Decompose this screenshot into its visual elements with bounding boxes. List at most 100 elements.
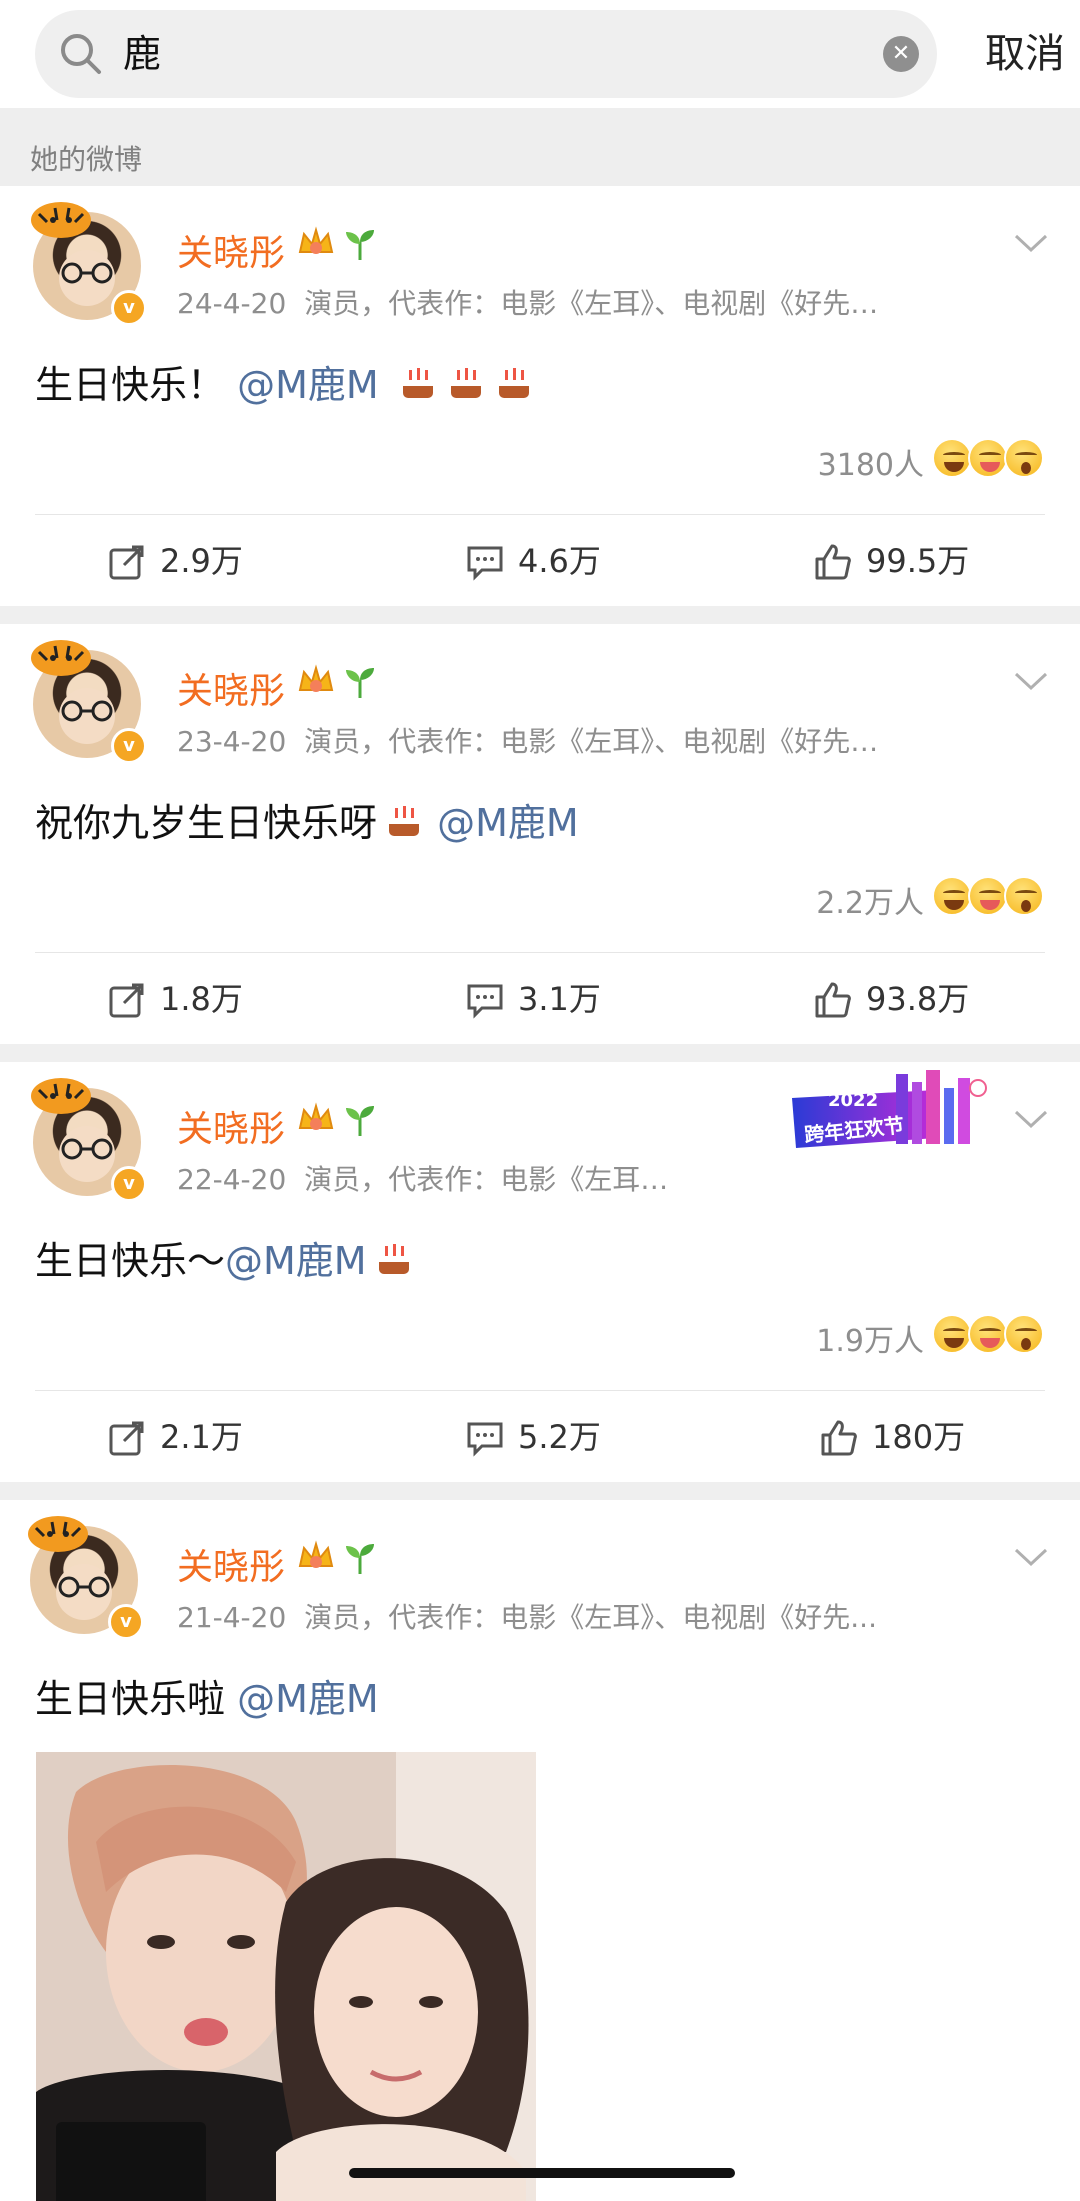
crown-icon [298, 664, 334, 692]
mention-link[interactable]: @M鹿M [237, 1677, 379, 1721]
like-icon [821, 1420, 857, 1456]
kiss-emoji-icon [968, 876, 1008, 916]
username[interactable]: 关晓彤 [177, 1100, 285, 1152]
crown-icon [298, 1540, 334, 1568]
repost-icon [109, 1421, 144, 1456]
cake-icon [498, 368, 529, 398]
search-header: 鹿 ✕ 取消 [0, 0, 1080, 108]
post-date: 21-4-20 [177, 1601, 287, 1634]
cake-icon [450, 368, 481, 398]
comment-count: 3.1万 [518, 980, 601, 1018]
cake-icon [402, 368, 433, 398]
verified-icon: v [111, 1166, 147, 1202]
post-card[interactable]: v 关晓彤 21-4-20 演员，代表作：电影《左耳》、电视剧《好先... 生日快… [0, 1500, 1080, 2201]
post-card[interactable]: v 关晓彤 22-4-20 演员，代表作：电影《左耳… 2022 跨年狂欢节 生日… [0, 1062, 1080, 1482]
reaction-count: 2.2万人 [816, 886, 924, 921]
comment-count: 5.2万 [518, 1418, 601, 1456]
surprised-emoji-icon [1004, 438, 1044, 478]
mention-link[interactable]: @M鹿M [225, 1239, 367, 1283]
post-body: 生日快乐啦 [35, 1677, 226, 1721]
post-text: 祝你九岁生日快乐呀 @M鹿M [35, 792, 579, 847]
post-card[interactable]: v 关晓彤 23-4-20 演员，代表作：电影《左耳》、电视剧《好先… 祝你九岁生… [0, 624, 1080, 1044]
username[interactable]: 关晓彤 [177, 1538, 285, 1590]
comment-count: 4.6万 [518, 542, 601, 580]
like-icon [815, 982, 851, 1018]
action-bar: 2.9万 4.6万 99.5万 [0, 516, 1080, 606]
post-body: 生日快乐～ [35, 1239, 226, 1283]
divider [35, 1390, 1045, 1391]
surprised-emoji-icon [1004, 1314, 1044, 1354]
post-text: 生日快乐啦 @M鹿M [35, 1668, 379, 1723]
reaction-count: 1.9万人 [816, 1324, 924, 1359]
username[interactable]: 关晓彤 [177, 224, 285, 276]
home-indicator[interactable] [349, 2168, 735, 2178]
chevron-down-icon[interactable] [1014, 1546, 1048, 1568]
repost-icon [109, 983, 144, 1018]
post-meta: 21-4-20 演员，代表作：电影《左耳》、电视剧《好先... [177, 1596, 877, 1636]
reactions[interactable]: 1.9万人 [744, 1314, 1044, 1359]
avatar[interactable]: v [28, 1516, 144, 1640]
divider [35, 514, 1045, 515]
avatar[interactable]: v [31, 640, 147, 764]
glasses-icon [61, 262, 113, 284]
verified-icon: v [108, 1604, 144, 1640]
chevron-down-icon[interactable] [1014, 670, 1048, 692]
mention-link[interactable]: @M鹿M [237, 363, 379, 407]
post-separator [0, 1044, 1080, 1062]
chevron-down-icon[interactable] [1014, 1108, 1048, 1130]
cake-icon [378, 1244, 409, 1274]
like-count: 180万 [872, 1418, 966, 1456]
repost-count: 2.1万 [160, 1418, 243, 1456]
comment-icon [467, 984, 503, 1019]
verified-icon: v [111, 728, 147, 764]
post-card[interactable]: v 关晓彤 24-4-20 演员，代表作：电影《左耳》、电视剧《好先… 生日快乐！… [0, 186, 1080, 606]
reaction-count: 3180人 [817, 448, 924, 483]
surprised-emoji-icon [1004, 876, 1044, 916]
user-description: 演员，代表作：电影《左耳》、电视剧《好先... [304, 1601, 877, 1634]
tiger-icon [28, 1516, 88, 1552]
user-description: 演员，代表作：电影《左耳… [304, 1163, 669, 1196]
avatar[interactable]: v [31, 1078, 147, 1202]
like-count: 99.5万 [866, 542, 970, 580]
photo-illustration [36, 1752, 536, 2201]
action-bar: 2.1万 5.2万 180万 [0, 1392, 1080, 1482]
post-separator [0, 606, 1080, 624]
avatar[interactable]: v [31, 202, 147, 326]
kiss-emoji-icon [968, 1314, 1008, 1354]
grin-emoji-icon [932, 876, 972, 916]
like-icon [815, 544, 851, 580]
section-header: 她的微博 [0, 108, 1080, 186]
tiger-icon [31, 640, 91, 676]
tiger-icon [31, 202, 91, 238]
clear-icon[interactable]: ✕ [883, 36, 919, 72]
sprout-icon [346, 1544, 374, 1574]
mention-link[interactable]: @M鹿M [437, 801, 579, 845]
reactions[interactable]: 2.2万人 [744, 876, 1044, 921]
glasses-icon [61, 1138, 113, 1160]
search-input[interactable]: 鹿 ✕ [35, 10, 937, 98]
divider [35, 952, 1045, 953]
cancel-button[interactable]: 取消 [970, 0, 1080, 108]
post-date: 24-4-20 [177, 287, 287, 320]
reactions[interactable]: 3180人 [744, 438, 1044, 483]
post-text: 生日快乐！ @M鹿M [35, 354, 535, 409]
crown-icon [298, 226, 334, 254]
verified-icon: v [111, 290, 147, 326]
post-body: 祝你九岁生日快乐呀 [35, 801, 378, 845]
post-date: 22-4-20 [177, 1163, 287, 1196]
sprout-icon [346, 668, 374, 698]
post-body: 生日快乐！ [35, 363, 226, 407]
post-photo[interactable] [36, 1752, 536, 2201]
sprout-icon [346, 230, 374, 260]
post-meta: 24-4-20 演员，代表作：电影《左耳》、电视剧《好先… [177, 282, 878, 322]
weibo-search-results: 鹿 ✕ 取消 她的微博 v 关晓彤 24-4-20 演员，代表作：电影《左耳》、电… [0, 0, 1080, 2201]
search-icon [61, 34, 101, 74]
grin-emoji-icon [932, 438, 972, 478]
crown-icon [298, 1102, 334, 1130]
post-meta: 22-4-20 演员，代表作：电影《左耳… [177, 1158, 668, 1198]
new-year-banner[interactable]: 2022 跨年狂欢节 [786, 1068, 996, 1154]
user-description: 演员，代表作：电影《左耳》、电视剧《好先… [304, 287, 879, 320]
search-query: 鹿 [123, 32, 162, 76]
username[interactable]: 关晓彤 [177, 662, 285, 714]
chevron-down-icon[interactable] [1014, 232, 1048, 254]
